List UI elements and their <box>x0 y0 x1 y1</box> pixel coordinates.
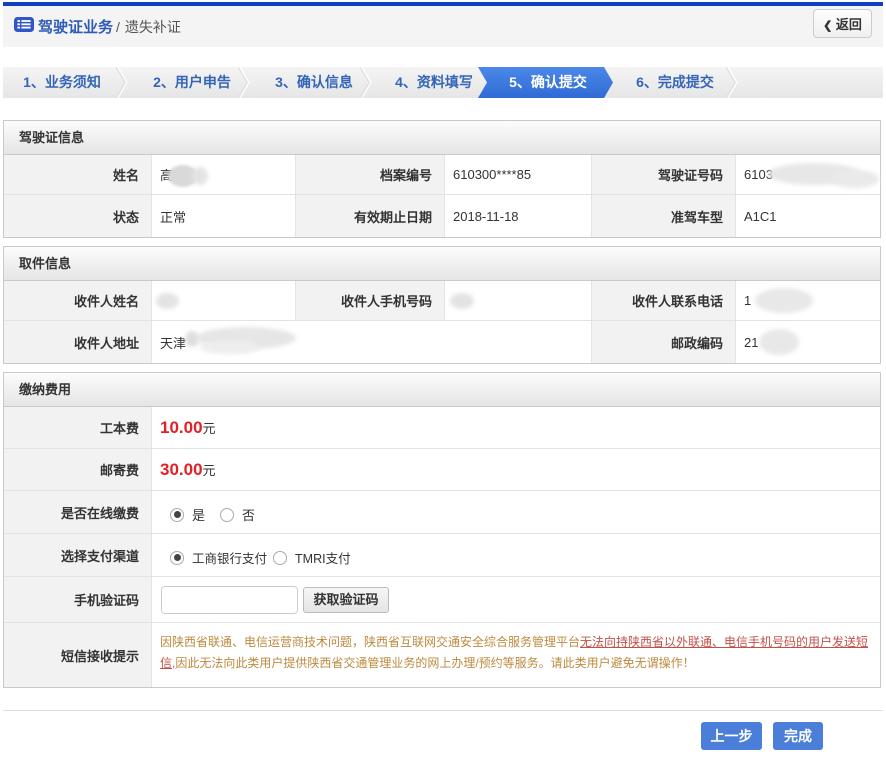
svg-text:3、确认信息: 3、确认信息 <box>275 74 353 90</box>
svg-text:1、业务须知: 1、业务须知 <box>23 74 101 90</box>
svg-text:2、用户申告: 2、用户申告 <box>153 74 231 90</box>
svg-text:6、完成提交: 6、完成提交 <box>636 74 714 90</box>
svg-text:4、资料填写: 4、资料填写 <box>395 74 473 90</box>
svg-text:5、确认提交: 5、确认提交 <box>509 74 587 90</box>
